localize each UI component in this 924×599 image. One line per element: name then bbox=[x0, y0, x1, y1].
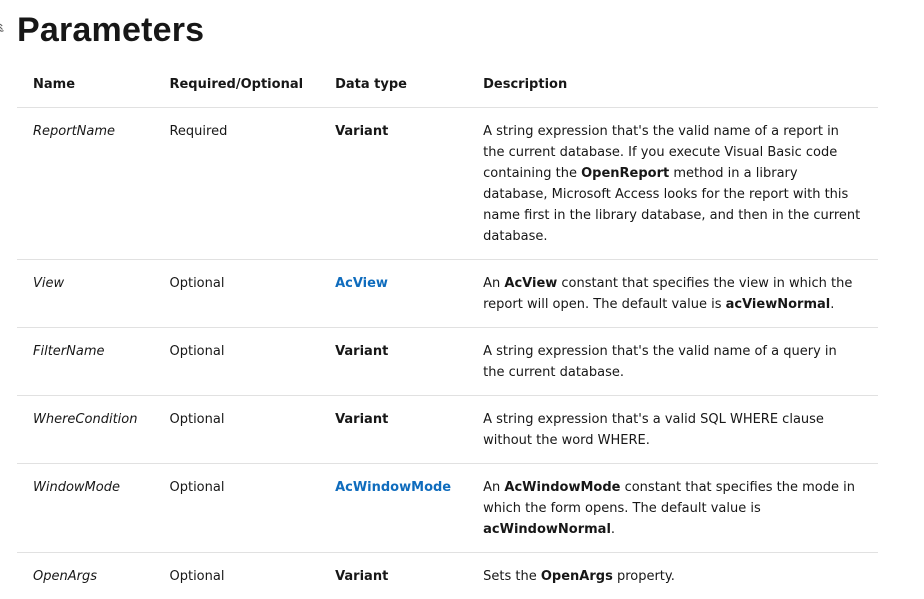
param-type: Variant bbox=[319, 553, 467, 599]
column-header-name: Name bbox=[17, 64, 153, 108]
description-segment: A string expression that's the valid nam… bbox=[483, 344, 837, 380]
column-header-required: Required/Optional bbox=[153, 64, 319, 108]
column-header-description: Description bbox=[467, 64, 878, 108]
param-type-link[interactable]: AcView bbox=[335, 276, 388, 291]
param-name: WindowMode bbox=[17, 464, 153, 553]
description-segment: . bbox=[611, 522, 615, 537]
table-row: OpenArgsOptionalVariantSets the OpenArgs… bbox=[17, 553, 878, 599]
column-header-type: Data type bbox=[319, 64, 467, 108]
parameters-table: Name Required/Optional Data type Descrip… bbox=[17, 64, 878, 599]
description-segment: AcView bbox=[504, 276, 557, 291]
param-name: WhereCondition bbox=[17, 396, 153, 464]
param-required: Optional bbox=[153, 260, 319, 328]
table-row: WhereConditionOptionalVariant A string ex… bbox=[17, 396, 878, 464]
description-segment: An bbox=[483, 276, 504, 291]
param-name: ReportName bbox=[17, 108, 153, 260]
param-type: Variant bbox=[319, 108, 467, 260]
param-description: An AcView constant that specifies the vi… bbox=[467, 260, 878, 328]
param-required: Required bbox=[153, 108, 319, 260]
page-title: Parameters bbox=[17, 6, 204, 54]
param-type: Variant bbox=[319, 328, 467, 396]
description-segment: A string expression that's a valid SQL W… bbox=[483, 412, 824, 448]
param-name: FilterName bbox=[17, 328, 153, 396]
param-description: A string expression that's a valid SQL W… bbox=[467, 396, 878, 464]
param-description: A string expression that's the valid nam… bbox=[467, 108, 878, 260]
param-description: A string expression that's the valid nam… bbox=[467, 328, 878, 396]
param-type-link[interactable]: AcWindowMode bbox=[335, 480, 451, 495]
param-name: OpenArgs bbox=[17, 553, 153, 599]
param-type-cell: AcWindowMode bbox=[319, 464, 467, 553]
table-header-row: Name Required/Optional Data type Descrip… bbox=[17, 64, 878, 108]
param-description: Sets the OpenArgs property. bbox=[467, 553, 878, 599]
description-segment: An bbox=[483, 480, 504, 495]
table-row: WindowModeOptionalAcWindowModeAn AcWindo… bbox=[17, 464, 878, 553]
param-description: An AcWindowMode constant that specifies … bbox=[467, 464, 878, 553]
description-segment: acViewNormal bbox=[726, 297, 831, 312]
param-required: Optional bbox=[153, 396, 319, 464]
description-segment: . bbox=[830, 297, 834, 312]
description-segment: OpenReport bbox=[581, 166, 669, 181]
param-required: Optional bbox=[153, 553, 319, 599]
description-segment: OpenArgs bbox=[541, 569, 613, 584]
table-row: FilterNameOptionalVariant A string expres… bbox=[17, 328, 878, 396]
param-type-cell: AcView bbox=[319, 260, 467, 328]
param-required: Optional bbox=[153, 328, 319, 396]
param-name: View bbox=[17, 260, 153, 328]
param-required: Optional bbox=[153, 464, 319, 553]
table-row: ReportNameRequiredVariantA string expres… bbox=[17, 108, 878, 260]
table-row: ViewOptionalAcViewAn AcView constant tha… bbox=[17, 260, 878, 328]
description-segment: acWindowNormal bbox=[483, 522, 611, 537]
param-type: Variant bbox=[319, 396, 467, 464]
description-segment: AcWindowMode bbox=[504, 480, 620, 495]
link-icon[interactable] bbox=[0, 22, 6, 34]
description-segment: property. bbox=[613, 569, 675, 584]
description-segment: Sets the bbox=[483, 569, 541, 584]
